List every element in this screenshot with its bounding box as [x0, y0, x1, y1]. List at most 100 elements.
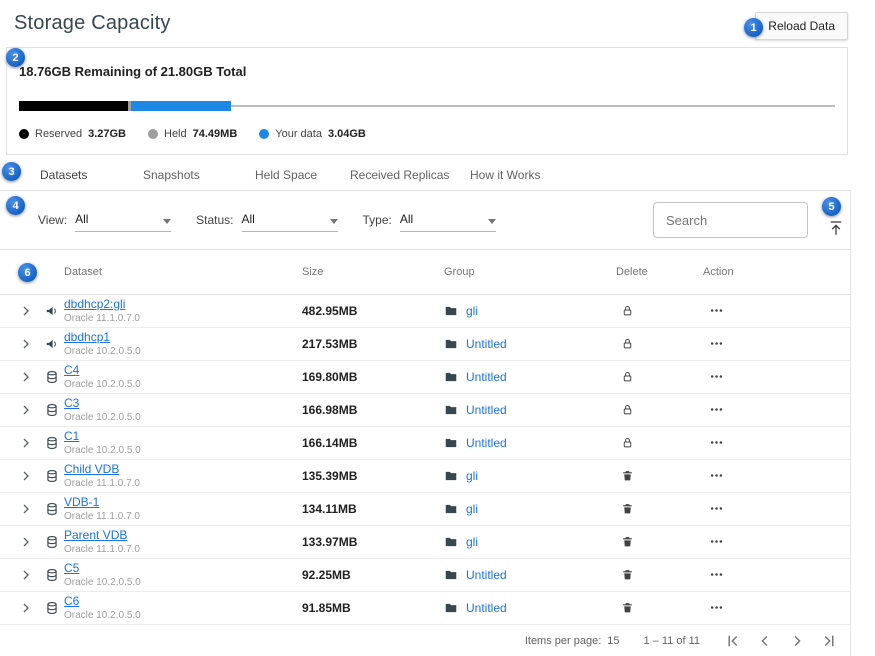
dataset-link[interactable]: Parent VDB	[64, 529, 302, 542]
group-link[interactable]: Untitled	[466, 436, 507, 450]
folder-icon	[444, 535, 458, 549]
dataset-link[interactable]: VDB-1	[64, 496, 302, 509]
dataset-link[interactable]: C5	[64, 562, 302, 575]
tab-datasets[interactable]: Datasets	[40, 160, 143, 190]
lock-icon[interactable]	[621, 335, 634, 352]
legend-item-held: Held 74.49MB	[148, 128, 237, 140]
size-value: 135.39MB	[302, 469, 444, 483]
more-actions-button[interactable]	[703, 533, 850, 551]
database-icon	[40, 601, 64, 615]
export-icon[interactable]	[827, 219, 845, 237]
callout-3: 3	[2, 162, 21, 181]
database-icon	[40, 535, 64, 549]
expand-chevron-icon[interactable]	[0, 369, 40, 385]
capacity-legend: Reserved 3.27GB Held 74.49MB Your data 3…	[19, 128, 835, 140]
dataset-subtitle: Oracle 11.1.0.7.0	[64, 313, 302, 324]
expand-chevron-icon[interactable]	[0, 600, 40, 616]
page-title: Storage Capacity	[14, 12, 171, 35]
size-value: 133.97MB	[302, 535, 444, 549]
type-filter-select[interactable]: All	[400, 208, 496, 232]
dataset-link[interactable]: dbdhcp1	[64, 331, 302, 344]
folder-icon	[444, 370, 458, 384]
next-page-icon[interactable]	[788, 632, 806, 650]
search-input[interactable]	[654, 203, 807, 237]
callout-2: 2	[6, 48, 25, 67]
lock-icon[interactable]	[621, 368, 634, 385]
lock-icon[interactable]	[621, 302, 634, 319]
more-actions-button[interactable]	[703, 467, 850, 485]
trash-icon[interactable]	[621, 500, 634, 517]
your-data-dot-icon	[259, 129, 269, 139]
group-link[interactable]: Untitled	[466, 601, 507, 615]
dataset-link[interactable]: C6	[64, 595, 302, 608]
more-actions-button[interactable]	[703, 302, 850, 320]
trash-icon[interactable]	[621, 599, 634, 616]
group-link[interactable]: gli	[466, 535, 478, 549]
size-value: 217.53MB	[302, 337, 444, 351]
database-icon	[40, 436, 64, 450]
dataset-link[interactable]: dbdhcp2:gli	[64, 298, 302, 311]
lock-icon[interactable]	[621, 434, 634, 451]
more-actions-button[interactable]	[703, 434, 850, 452]
dataset-link[interactable]: C3	[64, 397, 302, 410]
folder-icon	[444, 337, 458, 351]
group-link[interactable]: Untitled	[466, 568, 507, 582]
column-header-action: Action	[703, 266, 850, 278]
capacity-summary: 18.76GB Remaining of 21.80GB Total	[19, 64, 835, 79]
column-header-dataset: Dataset	[64, 266, 302, 278]
trash-icon[interactable]	[621, 566, 634, 583]
tab-how-it-works[interactable]: How it Works	[470, 160, 540, 190]
expand-chevron-icon[interactable]	[0, 336, 40, 352]
expand-chevron-icon[interactable]	[0, 435, 40, 451]
group-link[interactable]: Untitled	[466, 337, 507, 351]
more-actions-button[interactable]	[703, 500, 850, 518]
group-link[interactable]: Untitled	[466, 403, 507, 417]
folder-icon	[444, 436, 458, 450]
reload-data-button[interactable]: Reload Data	[755, 12, 848, 40]
expand-chevron-icon[interactable]	[0, 402, 40, 418]
tab-snapshots[interactable]: Snapshots	[143, 160, 255, 190]
size-value: 169.80MB	[302, 370, 444, 384]
view-filter-select[interactable]: All	[75, 208, 171, 232]
dataset-subtitle: Oracle 10.2.0.5.0	[64, 445, 302, 456]
dataset-link[interactable]: C1	[64, 430, 302, 443]
more-actions-button[interactable]	[703, 368, 850, 386]
dataset-link[interactable]: Child VDB	[64, 463, 302, 476]
more-actions-button[interactable]	[703, 599, 850, 617]
trash-icon[interactable]	[621, 533, 634, 550]
group-link[interactable]: gli	[466, 304, 478, 318]
table-row: C4Oracle 10.2.0.5.0 169.80MB Untitled	[0, 361, 850, 394]
capacity-panel: 18.76GB Remaining of 21.80GB Total Reser…	[6, 47, 848, 155]
database-icon	[40, 502, 64, 516]
last-page-icon[interactable]	[820, 632, 838, 650]
lock-icon[interactable]	[621, 401, 634, 418]
status-filter-select[interactable]: All	[242, 208, 338, 232]
right-divider	[850, 190, 851, 656]
table-row: C1 Oracle 10.2.0.5.0 166.14MB Untitled	[0, 427, 850, 460]
expand-chevron-icon[interactable]	[0, 501, 40, 517]
expand-chevron-icon[interactable]	[0, 303, 40, 319]
dataset-subtitle: Oracle 10.2.0.5.0	[64, 577, 302, 588]
dataset-link[interactable]: C4	[64, 364, 302, 377]
capacity-segment-reserved	[19, 101, 128, 111]
expand-chevron-icon[interactable]	[0, 534, 40, 550]
table-row: C5Oracle 10.2.0.5.0 92.25MB Untitled	[0, 559, 850, 592]
database-icon	[40, 469, 64, 483]
tab-received-replicas[interactable]: Received Replicas	[350, 160, 470, 190]
group-link[interactable]: gli	[466, 502, 478, 516]
group-link[interactable]: gli	[466, 469, 478, 483]
more-actions-button[interactable]	[703, 401, 850, 419]
previous-page-icon[interactable]	[756, 632, 774, 650]
items-per-page-value[interactable]: 15	[607, 635, 619, 647]
expand-chevron-icon[interactable]	[0, 567, 40, 583]
table-row: Parent VDBOracle 11.1.0.7.0 133.97MB gli	[0, 526, 850, 559]
tab-held-space[interactable]: Held Space	[255, 160, 350, 190]
expand-chevron-icon[interactable]	[0, 468, 40, 484]
more-actions-button[interactable]	[703, 566, 850, 584]
trash-icon[interactable]	[621, 467, 634, 484]
size-value: 166.14MB	[302, 436, 444, 450]
more-actions-button[interactable]	[703, 335, 850, 353]
group-link[interactable]: Untitled	[466, 370, 507, 384]
folder-icon	[444, 568, 458, 582]
first-page-icon[interactable]	[724, 632, 742, 650]
